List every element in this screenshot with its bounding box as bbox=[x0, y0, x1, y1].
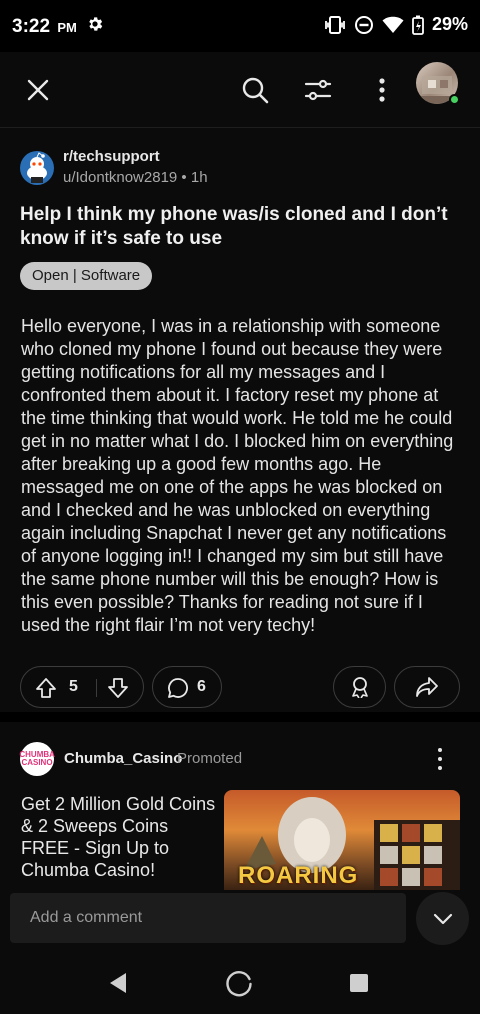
dot-icon bbox=[438, 757, 442, 761]
promoted-label: Promoted bbox=[177, 750, 243, 767]
post-body: Hello everyone, I was in a relationship … bbox=[21, 316, 454, 635]
search-button[interactable] bbox=[235, 70, 275, 110]
subreddit-name[interactable]: r/techsupport bbox=[63, 148, 160, 165]
award-button[interactable] bbox=[333, 666, 386, 708]
advertiser-logo-text: CHUMBA CASINO bbox=[19, 750, 55, 767]
promo-headline[interactable]: Get 2 Million Gold Coins & 2 Sweeps Coin… bbox=[21, 793, 221, 881]
share-icon bbox=[416, 677, 438, 697]
post-flair[interactable]: Open | Software bbox=[20, 262, 153, 290]
close-button[interactable] bbox=[18, 70, 58, 110]
vote-divider bbox=[96, 679, 97, 697]
post-meta: u/Idontknow2819 • 1h bbox=[63, 169, 208, 186]
comment-bubble-icon bbox=[168, 678, 188, 698]
post-header: r/techsupport u/Idontknow2819 • 1h bbox=[20, 148, 460, 188]
online-status-indicator bbox=[449, 94, 460, 105]
more-vertical-icon bbox=[379, 78, 385, 102]
post-actions: 5 6 bbox=[20, 666, 460, 708]
do-not-disturb-icon bbox=[354, 15, 373, 34]
vote-control: 5 bbox=[20, 666, 144, 708]
vote-count: 5 bbox=[69, 678, 78, 695]
section-separator bbox=[0, 712, 480, 722]
comments-button[interactable]: 6 bbox=[152, 666, 222, 708]
close-icon bbox=[27, 79, 49, 101]
downvote-icon[interactable] bbox=[107, 677, 129, 699]
battery-icon bbox=[412, 15, 424, 35]
dot-icon bbox=[438, 748, 442, 752]
settings-gear-icon bbox=[89, 17, 103, 31]
share-button[interactable] bbox=[394, 666, 460, 708]
vibrate-icon bbox=[325, 15, 345, 34]
home-circle-icon bbox=[226, 971, 252, 997]
top-app-bar bbox=[0, 52, 480, 128]
dot-icon bbox=[438, 766, 442, 770]
comment-input[interactable] bbox=[10, 893, 406, 943]
status-time: 3:22 PM bbox=[12, 16, 77, 37]
promo-image[interactable]: ROARING bbox=[224, 790, 460, 890]
advertiser-name[interactable]: Chumba_Casino bbox=[64, 750, 182, 767]
home-button[interactable] bbox=[222, 966, 256, 1000]
author-name[interactable]: u/Idontknow2819 bbox=[63, 169, 177, 186]
award-icon bbox=[351, 677, 368, 698]
recents-square-icon bbox=[350, 974, 368, 992]
wifi-icon bbox=[382, 16, 404, 33]
promo-more-button[interactable] bbox=[430, 748, 450, 770]
advertiser-logo[interactable]: CHUMBA CASINO bbox=[19, 742, 55, 776]
search-icon bbox=[242, 77, 269, 104]
upvote-icon[interactable] bbox=[35, 677, 57, 699]
subreddit-icon[interactable] bbox=[20, 151, 54, 185]
sort-filter-button[interactable] bbox=[298, 70, 338, 110]
recents-button[interactable] bbox=[342, 966, 376, 1000]
comment-count: 6 bbox=[197, 678, 206, 695]
system-nav-bar bbox=[0, 950, 480, 1014]
filter-sliders-icon bbox=[304, 79, 332, 101]
status-bar: 3:22 PM 29% bbox=[0, 0, 480, 52]
promoted-post[interactable]: CHUMBA CASINO Chumba_Casino Promoted Get… bbox=[0, 722, 480, 890]
chevron-down-icon bbox=[433, 913, 452, 924]
back-triangle-icon bbox=[110, 973, 126, 993]
comment-bar bbox=[0, 890, 480, 950]
jump-down-button[interactable] bbox=[416, 892, 469, 945]
promo-image-text: ROARING bbox=[238, 862, 359, 889]
overflow-menu-button[interactable] bbox=[362, 70, 402, 110]
post-age: 1h bbox=[190, 169, 208, 186]
battery-percent: 29% bbox=[431, 14, 468, 34]
back-button[interactable] bbox=[101, 966, 135, 1000]
snoo-icon bbox=[27, 152, 47, 183]
post-title: Help I think my phone was/is cloned and … bbox=[20, 204, 448, 249]
